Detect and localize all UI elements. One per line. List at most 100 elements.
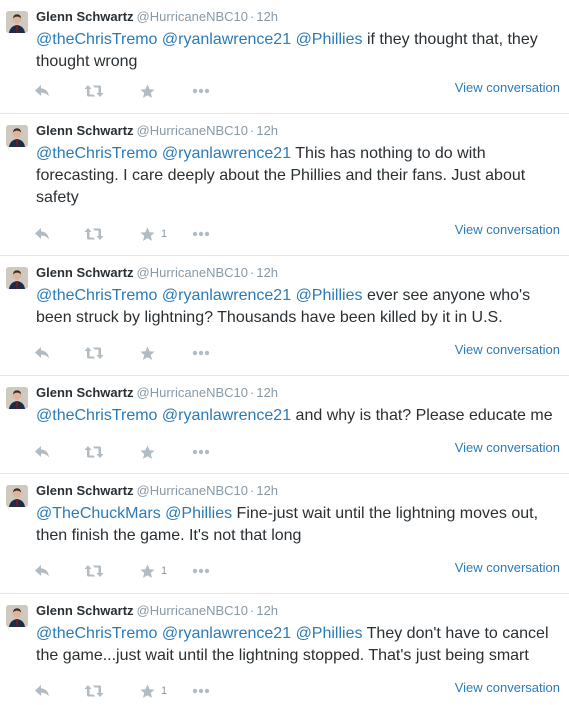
separator-dot: · <box>250 603 255 618</box>
mention-link[interactable]: @Phillies <box>296 287 363 304</box>
author-handle[interactable]: @HurricaneNBC10 <box>137 385 248 400</box>
tweet-text: @theChrisTremo @ryanlawrence21 This has … <box>36 143 556 209</box>
favorite-count: 1 <box>161 565 168 577</box>
mention-link[interactable]: @theChrisTremo <box>36 287 157 304</box>
retweet-button[interactable] <box>84 82 104 100</box>
author-name[interactable]: Glenn Schwartz <box>36 483 134 498</box>
author-name[interactable]: Glenn Schwartz <box>36 123 134 138</box>
mention-link[interactable]: @theChrisTremo <box>36 145 157 162</box>
retweet-icon <box>84 85 104 97</box>
mention-link[interactable]: @Phillies <box>165 505 232 522</box>
favorite-button[interactable]: 1 <box>140 225 167 243</box>
separator-dot: · <box>250 265 255 280</box>
mention-link[interactable]: @Phillies <box>296 625 363 642</box>
timestamp[interactable]: 12h <box>256 9 278 24</box>
more-button[interactable] <box>192 344 210 362</box>
more-button[interactable] <box>192 443 210 461</box>
tweet: Glenn Schwartz @HurricaneNBC10 · 12h @theCh… <box>0 114 569 256</box>
author-name[interactable]: Glenn Schwartz <box>36 385 134 400</box>
retweet-button[interactable] <box>84 225 104 243</box>
tweet: Glenn Schwartz @HurricaneNBC10 · 12h @theCh… <box>0 0 569 114</box>
reply-button[interactable] <box>34 225 50 243</box>
view-conversation-link[interactable]: View conversation <box>455 342 560 357</box>
author-handle[interactable]: @HurricaneNBC10 <box>137 9 248 24</box>
more-button[interactable] <box>192 82 210 100</box>
author-name[interactable]: Glenn Schwartz <box>36 9 134 24</box>
timestamp[interactable]: 12h <box>256 265 278 280</box>
more-icon <box>192 350 210 356</box>
reply-button[interactable] <box>34 682 50 700</box>
favorite-button[interactable] <box>140 344 161 362</box>
tweet: Glenn Schwartz @HurricaneNBC10 · 12h @theCh… <box>0 256 569 376</box>
favorite-button[interactable]: 1 <box>140 562 167 580</box>
timestamp[interactable]: 12h <box>256 603 278 618</box>
view-conversation-link[interactable]: View conversation <box>455 440 560 455</box>
star-icon <box>140 346 155 360</box>
mention-link[interactable]: @TheChuckMars <box>36 505 161 522</box>
retweet-icon <box>84 347 104 359</box>
timestamp[interactable]: 12h <box>256 483 278 498</box>
mention-link[interactable]: @theChrisTremo <box>36 625 157 642</box>
avatar[interactable] <box>6 125 28 147</box>
retweet-button[interactable] <box>84 344 104 362</box>
retweet-icon <box>84 228 104 240</box>
tweet: Glenn Schwartz @HurricaneNBC10 · 12h @theCh… <box>0 376 569 474</box>
tweet-header: Glenn Schwartz @HurricaneNBC10 · 12h <box>36 483 278 499</box>
mention-link[interactable]: @ryanlawrence21 <box>162 407 291 424</box>
mention-link[interactable]: @ryanlawrence21 <box>162 625 291 642</box>
mention-link[interactable]: @ryanlawrence21 <box>162 287 291 304</box>
favorite-button[interactable]: 1 <box>140 682 167 700</box>
tweet-text: @theChrisTremo @ryanlawrence21 @Phillies… <box>36 285 556 329</box>
author-name[interactable]: Glenn Schwartz <box>36 603 134 618</box>
favorite-count: 1 <box>161 685 168 697</box>
reply-button[interactable] <box>34 443 50 461</box>
favorite-button[interactable] <box>140 443 161 461</box>
tweet: Glenn Schwartz @HurricaneNBC10 · 12h @theCh… <box>0 594 569 705</box>
reply-button[interactable] <box>34 82 50 100</box>
more-button[interactable] <box>192 225 210 243</box>
tweet-header: Glenn Schwartz @HurricaneNBC10 · 12h <box>36 265 278 281</box>
tweet-body: and why is that? Please educate me <box>291 407 553 424</box>
tweet-header: Glenn Schwartz @HurricaneNBC10 · 12h <box>36 385 278 401</box>
separator-dot: · <box>250 9 255 24</box>
author-handle[interactable]: @HurricaneNBC10 <box>137 483 248 498</box>
retweet-button[interactable] <box>84 443 104 461</box>
mention-link[interactable]: @ryanlawrence21 <box>162 31 291 48</box>
mention-link[interactable]: @theChrisTremo <box>36 31 157 48</box>
view-conversation-link[interactable]: View conversation <box>455 80 560 95</box>
view-conversation-link[interactable]: View conversation <box>455 560 560 575</box>
star-icon <box>140 684 155 698</box>
reply-icon <box>35 85 49 97</box>
mention-link[interactable]: @ryanlawrence21 <box>162 145 291 162</box>
author-name[interactable]: Glenn Schwartz <box>36 265 134 280</box>
reply-button[interactable] <box>34 562 50 580</box>
more-button[interactable] <box>192 562 210 580</box>
retweet-button[interactable] <box>84 562 104 580</box>
author-handle[interactable]: @HurricaneNBC10 <box>137 265 248 280</box>
more-button[interactable] <box>192 682 210 700</box>
mention-link[interactable]: @theChrisTremo <box>36 407 157 424</box>
avatar[interactable] <box>6 267 28 289</box>
author-handle[interactable]: @HurricaneNBC10 <box>137 603 248 618</box>
separator-dot: · <box>250 483 255 498</box>
favorite-button[interactable] <box>140 82 161 100</box>
more-icon <box>192 231 210 237</box>
avatar[interactable] <box>6 387 28 409</box>
timestamp[interactable]: 12h <box>256 123 278 138</box>
avatar[interactable] <box>6 11 28 33</box>
reply-icon <box>35 446 49 458</box>
timestamp[interactable]: 12h <box>256 385 278 400</box>
view-conversation-link[interactable]: View conversation <box>455 680 560 695</box>
avatar[interactable] <box>6 605 28 627</box>
avatar[interactable] <box>6 485 28 507</box>
more-icon <box>192 688 210 694</box>
retweet-button[interactable] <box>84 682 104 700</box>
tweet-header: Glenn Schwartz @HurricaneNBC10 · 12h <box>36 9 278 25</box>
reply-button[interactable] <box>34 344 50 362</box>
mention-link[interactable]: @Phillies <box>296 31 363 48</box>
view-conversation-link[interactable]: View conversation <box>455 222 560 237</box>
author-handle[interactable]: @HurricaneNBC10 <box>137 123 248 138</box>
retweet-icon <box>84 565 104 577</box>
tweet-text: @theChrisTremo @ryanlawrence21 @Phillies… <box>36 623 556 667</box>
reply-icon <box>35 685 49 697</box>
